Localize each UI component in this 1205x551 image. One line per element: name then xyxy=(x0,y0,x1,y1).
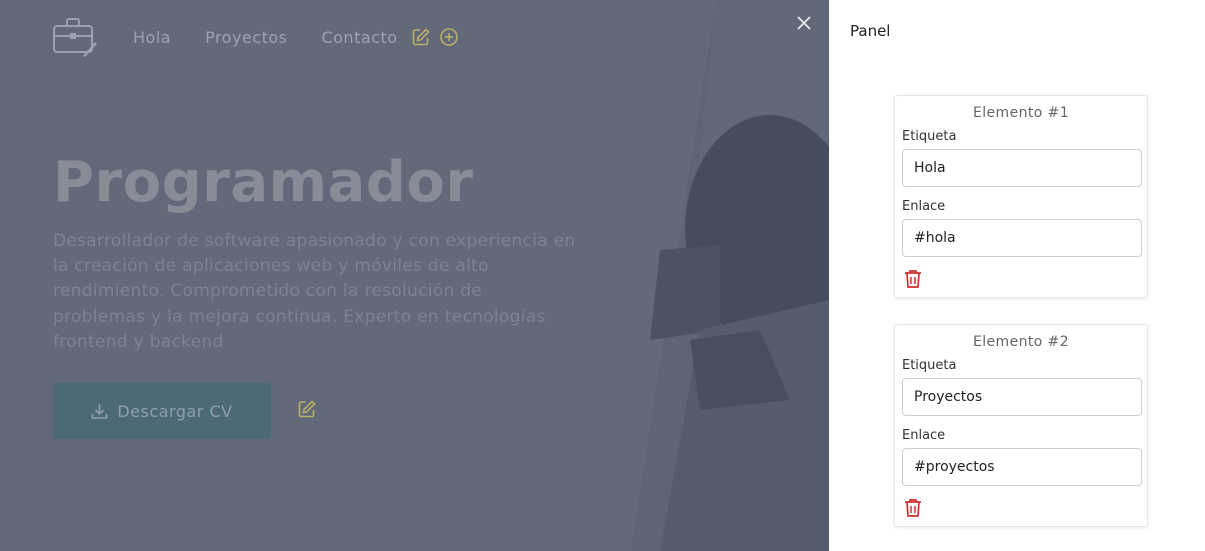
label-input[interactable] xyxy=(902,149,1142,187)
link-field-label: Enlace xyxy=(902,199,946,214)
download-cv-label: Descargar CV xyxy=(117,401,233,421)
nav-link-contacto[interactable]: Contacto xyxy=(321,28,397,47)
label-input[interactable] xyxy=(902,378,1142,416)
trash-icon[interactable] xyxy=(904,269,922,289)
element-card-1: Elemento #1 Etiqueta Enlace xyxy=(894,95,1148,298)
side-panel: Panel Elemento #1 Etiqueta Enlace Elemen… xyxy=(829,0,1205,551)
hero-title: Programador xyxy=(53,150,474,215)
label-field-label: Etiqueta xyxy=(902,129,957,144)
download-cv-button[interactable]: Descargar CV xyxy=(53,383,271,439)
label-field-label: Etiqueta xyxy=(902,358,957,373)
link-input[interactable] xyxy=(902,219,1142,257)
close-icon[interactable] xyxy=(795,14,813,32)
trash-icon[interactable] xyxy=(904,498,922,518)
element-card-title: Elemento #1 xyxy=(972,105,1069,121)
edit-cv-icon[interactable] xyxy=(298,400,316,418)
nav-link-hola[interactable]: Hola xyxy=(133,28,171,47)
briefcase-logo-icon[interactable] xyxy=(53,16,97,58)
element-card-2: Elemento #2 Etiqueta Enlace xyxy=(894,324,1148,527)
top-nav: Hola Proyectos Contacto xyxy=(53,16,458,58)
add-circle-icon[interactable] xyxy=(439,28,458,46)
edit-icon[interactable] xyxy=(412,28,430,46)
element-card-title: Elemento #2 xyxy=(972,334,1069,350)
link-input[interactable] xyxy=(902,448,1142,486)
panel-title: Panel xyxy=(850,22,891,40)
link-field-label: Enlace xyxy=(902,428,946,443)
download-icon xyxy=(92,403,108,419)
hero-description: Desarrollador de software apasionado y c… xyxy=(53,231,576,352)
nav-link-proyectos[interactable]: Proyectos xyxy=(205,28,287,47)
landing-page: Hola Proyectos Contacto Programador Desa… xyxy=(0,0,829,551)
